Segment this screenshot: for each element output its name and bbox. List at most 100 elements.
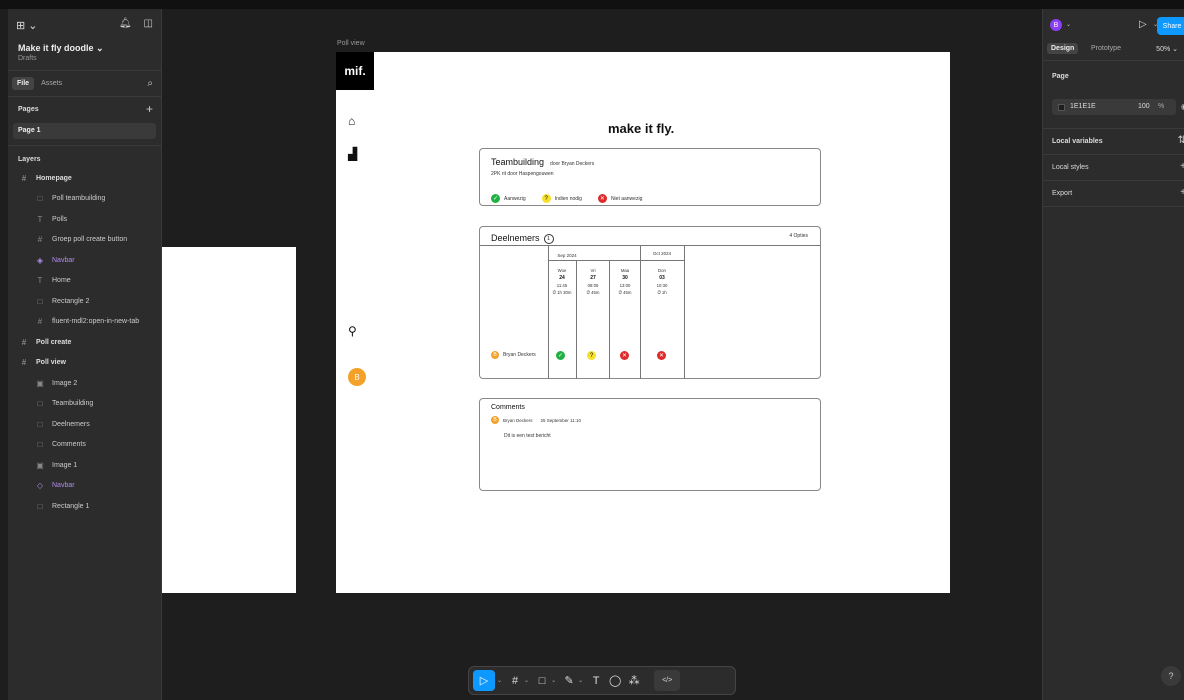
date-duration: ⏱ 1h xyxy=(657,290,667,295)
check-icon[interactable]: ✓ xyxy=(556,351,565,360)
frame-icon: # xyxy=(37,235,43,245)
frame-tool-icon[interactable]: # xyxy=(508,670,522,691)
layer-item[interactable]: ▣ Image 2 xyxy=(8,373,161,394)
layer-item[interactable]: T Home xyxy=(8,271,161,292)
home-icon[interactable]: ⌂ xyxy=(348,114,355,128)
layer-item[interactable]: # fluent-mdl2:open-in-new-tab xyxy=(8,312,161,333)
tab-design[interactable]: Design xyxy=(1047,43,1079,54)
fill-hex[interactable]: 1E1E1E xyxy=(1070,103,1096,110)
bell-icon[interactable]: 🔔︎ xyxy=(119,18,132,29)
chart-icon[interactable]: ▟ xyxy=(348,147,357,161)
actions-tool-icon[interactable]: ⁂ xyxy=(627,670,641,691)
layer-item[interactable]: # Groep poll create button xyxy=(8,230,161,251)
text-tool-icon[interactable]: T xyxy=(589,670,603,691)
date-date: 03 xyxy=(659,275,665,281)
chevron-down-icon[interactable]: ⌄ xyxy=(524,677,529,684)
page-item-1[interactable]: Page 1 xyxy=(13,123,156,139)
play-icon[interactable]: ▷ xyxy=(1139,19,1147,30)
check-icon: ✓ xyxy=(491,194,500,203)
comment-tool-icon[interactable]: ◯ xyxy=(608,670,622,691)
local-styles-section: Local styles + xyxy=(1043,155,1184,181)
file-location[interactable]: Drafts xyxy=(18,55,37,62)
layer-label: Image 1 xyxy=(52,461,78,469)
layer-label: Homepage xyxy=(36,174,72,182)
add-style-icon[interactable]: + xyxy=(1180,161,1184,172)
layer-item[interactable]: □ Rectangle 2 xyxy=(8,291,161,312)
pen-tool-icon[interactable]: ✎ xyxy=(562,670,576,691)
chevron-down-icon[interactable]: ⌄ xyxy=(1066,21,1071,28)
export-label: Export xyxy=(1052,190,1073,197)
layer-item[interactable]: ◇ Navbar xyxy=(8,476,161,497)
left-tabs: File Assets ⌕ xyxy=(8,71,161,97)
month-header: Oct 2024 xyxy=(652,251,672,256)
search-icon[interactable]: ⌕ xyxy=(147,78,153,89)
share-button[interactable]: Share xyxy=(1157,17,1184,35)
header-icons: 🔔︎ ◫ xyxy=(119,18,153,29)
cross-icon[interactable]: ✕ xyxy=(620,351,629,360)
comment-date: 25 September 11:10 xyxy=(540,417,581,423)
fill-opacity[interactable]: 100 xyxy=(1138,103,1150,110)
layer-item[interactable]: # Poll view xyxy=(8,353,161,374)
settings-sliders-icon[interactable]: ⚲ xyxy=(348,324,357,338)
brand-title: make it fly. xyxy=(608,121,675,136)
comments-title: Comments xyxy=(491,404,525,411)
sidebar-toggle-icon[interactable]: ◫ xyxy=(144,18,153,29)
homepage-frame-partial[interactable] xyxy=(162,247,296,593)
tab-file[interactable]: File xyxy=(12,77,35,90)
legend-no: ✕ Niet aanwezig xyxy=(597,194,642,203)
shape-tool-icon[interactable]: □ xyxy=(535,670,549,691)
local-variables-label: Local variables xyxy=(1052,138,1103,145)
page-section-label: Page xyxy=(1052,73,1069,80)
zoom-level[interactable]: 50% ⌄ xyxy=(1156,45,1178,53)
date-date: 27 xyxy=(590,275,596,281)
variables-icon[interactable]: ⇅ xyxy=(1178,135,1184,146)
help-button[interactable]: ? xyxy=(1161,666,1181,686)
local-variables-section[interactable]: Local variables ⇅ xyxy=(1043,129,1184,155)
month-header: Sep 2024 xyxy=(557,253,577,258)
cross-icon[interactable]: ✕ xyxy=(657,351,666,360)
component-icon: ◈ xyxy=(36,255,44,265)
layer-item[interactable]: □ Comments xyxy=(8,435,161,456)
tab-assets[interactable]: Assets xyxy=(36,77,67,90)
legend-label: Aanwezig xyxy=(504,195,526,202)
tab-prototype[interactable]: Prototype xyxy=(1087,43,1125,54)
chevron-down-icon[interactable]: ⌄ xyxy=(578,677,583,684)
figma-logo-icon[interactable]: ⊞ ⌄ xyxy=(16,19,38,32)
layers-list: # Homepage □ Poll teambuilding T Polls # Groep … xyxy=(8,168,161,517)
avatar[interactable]: B xyxy=(348,368,366,386)
date-duration: ⏱ 45m xyxy=(618,290,632,295)
file-name[interactable]: Make it fly doodle ⌄ xyxy=(18,43,104,54)
avatar[interactable]: B xyxy=(1050,19,1062,31)
instance-icon: ◇ xyxy=(36,481,44,491)
question-icon[interactable]: ? xyxy=(587,351,596,360)
frame-label[interactable]: Poll view xyxy=(337,40,365,47)
dev-mode-button[interactable]: </> xyxy=(654,670,681,691)
poll-author: door Bryan Deckers xyxy=(550,161,595,167)
divider xyxy=(640,245,641,379)
layer-item[interactable]: # Homepage xyxy=(8,168,161,189)
layer-item[interactable]: □ Poll teambuilding xyxy=(8,189,161,210)
layer-item[interactable]: □ Teambuilding xyxy=(8,394,161,415)
layer-item[interactable]: ▣ Image 1 xyxy=(8,455,161,476)
move-tool-icon[interactable]: ▷ xyxy=(473,670,495,691)
layer-item[interactable]: ◈ Navbar xyxy=(8,250,161,271)
add-page-icon[interactable]: + xyxy=(146,102,153,116)
comment-author: Bryan Deckers xyxy=(503,417,533,423)
color-swatch[interactable] xyxy=(1058,104,1065,111)
date-column: Maa 30 13:00 ⏱ 45m xyxy=(610,267,640,296)
chevron-down-icon[interactable]: ⌄ xyxy=(551,677,556,684)
canvas[interactable]: Poll view mif. ⌂ ▟ ⚲ B make it fly. Team… xyxy=(162,9,1042,700)
layer-item[interactable]: □ Rectangle 1 xyxy=(8,496,161,517)
layer-item[interactable]: # Poll create xyxy=(8,332,161,353)
chevron-down-icon[interactable]: ⌄ xyxy=(497,677,502,684)
page-fill-row[interactable]: 1E1E1E 100 % ◉ xyxy=(1052,99,1184,115)
teambuilding-card: Teambuilding door Bryan Deckers 2PK rit d… xyxy=(479,148,821,206)
poll-view-frame[interactable]: mif. ⌂ ▟ ⚲ B make it fly. Teambuilding do… xyxy=(336,52,950,593)
date-day: Maa xyxy=(620,268,630,273)
frame-icon: # xyxy=(21,358,27,368)
layer-item[interactable]: □ Deelnemers xyxy=(8,414,161,435)
add-export-icon[interactable]: + xyxy=(1180,187,1184,198)
date-time: 13:00 xyxy=(619,283,631,288)
layer-item[interactable]: T Polls xyxy=(8,209,161,230)
rect-icon: □ xyxy=(37,419,43,429)
